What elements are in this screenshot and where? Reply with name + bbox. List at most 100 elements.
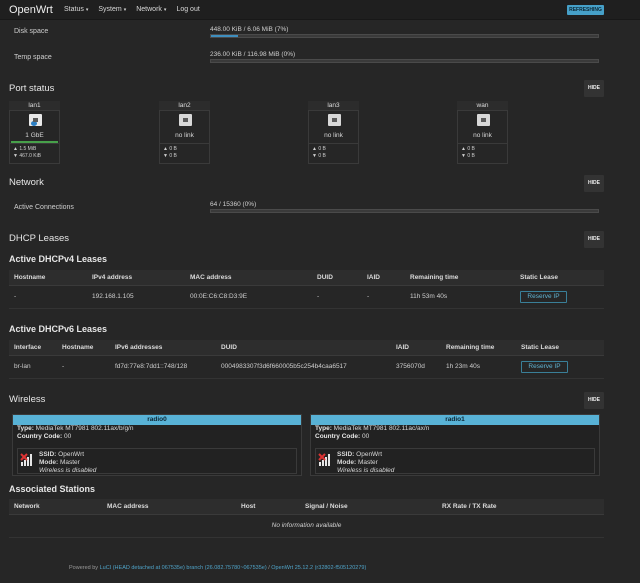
- hide-network-button[interactable]: HIDE: [584, 175, 604, 192]
- port-tx: ▼ 0 B: [461, 153, 475, 159]
- table-row: No information available: [9, 514, 604, 538]
- ethernet-port-icon: [179, 114, 192, 126]
- col-duid: DUID: [216, 340, 391, 356]
- ssid-label: SSID:: [337, 451, 355, 458]
- col-hostname: Hostname: [57, 340, 110, 356]
- col-duid: DUID: [312, 270, 362, 286]
- mode-label: Mode:: [337, 459, 357, 466]
- radio-country-label: Country Code:: [315, 433, 361, 440]
- footer-prefix: Powered by: [69, 565, 100, 571]
- port-lan3: lan3 no link ▲ 0 B ▼ 0 B: [308, 101, 359, 164]
- ethernet-port-icon: [328, 114, 341, 126]
- port-lan2: lan2 no link ▲ 0 B ▼ 0 B: [159, 101, 210, 164]
- col-rate: RX Rate / TX Rate: [437, 499, 604, 515]
- port-state-box: no link: [308, 110, 359, 144]
- radio-type-label: Type:: [315, 425, 332, 432]
- port-lan1: lan1 1 GbE ▲ 1.5 MiB ▼ 467.0 KiB: [9, 101, 60, 164]
- temp-space-value: 236.00 KiB / 116.98 MiB (0%): [210, 51, 296, 58]
- refreshing-badge[interactable]: REFRESHING: [567, 5, 604, 15]
- openwrt-link[interactable]: OpenWrt 25.12.2 (r32802-f505120279): [271, 565, 366, 571]
- menu-system[interactable]: System ▾: [98, 6, 126, 13]
- radio-country-value: 00: [63, 433, 72, 440]
- menu-status[interactable]: Status ▾: [64, 6, 88, 13]
- port-state: no link: [473, 132, 492, 139]
- radio0-card: radio0 Type: MediaTek MT7981 802.11ax/b/…: [12, 414, 302, 476]
- active-connections-bar: [210, 209, 599, 213]
- port-tx: ▼ 0 B: [163, 153, 177, 159]
- cell-hostname: -: [57, 355, 110, 379]
- mode-line: Mode: Master: [337, 459, 394, 467]
- reserve-ip-button[interactable]: Reserve IP: [520, 290, 567, 303]
- menu-network-label: Network: [136, 6, 162, 13]
- port-rx: ▲ 0 B: [312, 146, 326, 152]
- cell-remaining: 1h 23m 40s: [441, 355, 516, 379]
- col-network: Network: [9, 499, 102, 515]
- port-rx: ▲ 0 B: [163, 146, 177, 152]
- port-tx: ▼ 0 B: [312, 153, 326, 159]
- radio-name: radio1: [311, 415, 599, 425]
- col-iaid: IAID: [391, 340, 441, 356]
- radio-type-value: MediaTek MT7981 802.11ac/ax/n: [333, 425, 430, 432]
- col-mac: MAC address: [185, 270, 312, 286]
- col-static: Static Lease: [515, 270, 604, 286]
- port-tx: ▼ 467.0 KiB: [13, 153, 42, 159]
- col-ipv6: IPv6 addresses: [110, 340, 216, 356]
- cell-mac: 00:0E:C6:C8:D3:9E: [185, 285, 312, 309]
- temp-space-bar: [210, 59, 599, 63]
- radio-type: Type: MediaTek MT7981 802.11ac/ax/n: [311, 425, 599, 433]
- no-information-message: No information available: [9, 514, 604, 538]
- port-state-box: no link: [159, 110, 210, 144]
- hide-dhcp-button[interactable]: HIDE: [584, 231, 604, 248]
- cell-hostname: -: [9, 285, 87, 309]
- cell-duid: 0004983307f3d6f660005b5c254b4caa6517: [216, 355, 391, 379]
- disk-space-bar-fill: [211, 35, 239, 37]
- disk-space-bar: [210, 34, 599, 38]
- cell-static: Reserve IP: [516, 355, 604, 379]
- menu-status-label: Status: [64, 6, 84, 13]
- col-remaining: Remaining time: [441, 340, 516, 356]
- port-name: lan1: [9, 101, 60, 110]
- menu-logout[interactable]: Log out: [176, 6, 199, 13]
- ssid-label: SSID:: [39, 451, 57, 458]
- ssid-line: SSID: OpenWrt: [39, 451, 96, 459]
- active-connections-value: 64 / 15360 (0%): [210, 201, 257, 208]
- port-traffic: ▲ 0 B ▼ 0 B: [308, 144, 359, 164]
- chevron-down-icon: ▾: [123, 7, 127, 13]
- port-name: lan3: [308, 101, 359, 110]
- wireless-status: Wireless is disabled: [39, 467, 97, 474]
- wireless-title: Wireless: [9, 394, 46, 405]
- top-navbar: OpenWrt Status ▾ System ▾ Network ▾ Log out…: [0, 0, 640, 20]
- port-state-box: no link: [457, 110, 508, 144]
- brand-logo[interactable]: OpenWrt: [9, 4, 53, 16]
- radio-network: SSID: OpenWrt Mode: Master Wireless is d…: [17, 448, 297, 474]
- menu-network[interactable]: Network ▾: [136, 6, 166, 13]
- cell-remaining: 11h 53m 40s: [405, 285, 515, 309]
- cell-iaid: -: [362, 285, 405, 309]
- port-name: wan: [457, 101, 508, 110]
- hide-port-status-button[interactable]: HIDE: [584, 80, 604, 97]
- port-traffic: ▲ 1.5 MiB ▼ 467.0 KiB: [9, 144, 60, 164]
- hide-wireless-button[interactable]: HIDE: [584, 392, 604, 409]
- dhcp-leases-title: DHCP Leases: [9, 233, 70, 244]
- cell-ipv4: 192.168.1.105: [87, 285, 185, 309]
- luci-link[interactable]: LuCI (HEAD detached at 067535e) branch (…: [100, 565, 267, 571]
- link-up-indicator: [11, 141, 58, 143]
- reserve-ip-button[interactable]: Reserve IP: [521, 360, 568, 373]
- stations-table: Network MAC address Host Signal / Noise …: [9, 499, 604, 538]
- port-rx: ▲ 0 B: [461, 146, 475, 152]
- footer: Powered by LuCI (HEAD detached at 067535…: [69, 565, 366, 571]
- ssid-line: SSID: OpenWrt: [337, 451, 394, 459]
- chevron-down-icon: ▾: [85, 7, 89, 13]
- temp-space-label: Temp space: [14, 54, 52, 61]
- radio-country-value: 00: [361, 433, 370, 440]
- port-name: lan2: [159, 101, 210, 110]
- col-static: Static Lease: [516, 340, 604, 356]
- mode-label: Mode:: [39, 459, 59, 466]
- network-title: Network: [9, 177, 44, 188]
- col-hostname: Hostname: [9, 270, 87, 286]
- cell-interface: br-lan: [9, 355, 57, 379]
- radio-network: SSID: OpenWrt Mode: Master Wireless is d…: [315, 448, 595, 474]
- active-connections-label: Active Connections: [14, 204, 74, 211]
- ethernet-port-connected-icon: [29, 114, 42, 126]
- radio-network-info: SSID: OpenWrt Mode: Master Wireless is d…: [39, 451, 96, 475]
